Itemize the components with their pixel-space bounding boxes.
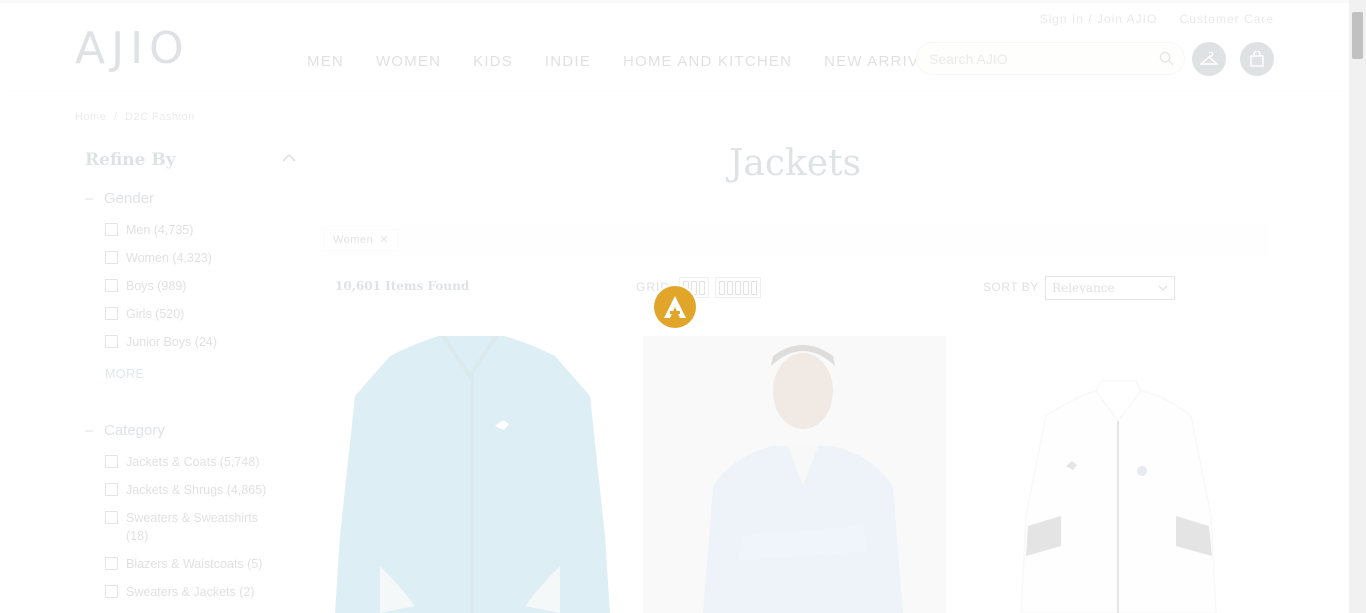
sign-in-link[interactable]: Sign In / Join AJIO (1040, 12, 1158, 26)
facet-gender[interactable]: – Gender (85, 190, 154, 207)
sort-select[interactable]: Relevance (1045, 276, 1175, 300)
breadcrumb: Home / D2C Fashion (75, 111, 199, 123)
loading-spinner (654, 286, 696, 328)
chevron-up-icon[interactable] (282, 153, 296, 163)
results-toolbar: 10,601 Items Found GRID SORT BY Relevanc… (320, 259, 1270, 314)
sort-select-value: Relevance (1052, 281, 1115, 295)
top-links: Sign In / Join AJIO Customer Care (1022, 12, 1274, 26)
breadcrumb-home[interactable]: Home (75, 111, 106, 123)
items-found-count: 10,601 Items Found (335, 279, 470, 293)
search-box (916, 42, 1185, 75)
page-title: Jackets (728, 143, 862, 184)
site-header: AJIO Sign In / Join AJIO Customer Care M… (0, 3, 1349, 90)
filter-chip-women[interactable]: Women ✕ (324, 229, 398, 251)
search-input[interactable] (917, 43, 1137, 74)
scrollbar-thumb[interactable] (1352, 12, 1363, 59)
filter-option[interactable]: Sweaters & Sweatshirts (18) (105, 509, 276, 545)
sort-by-label: SORT BY (983, 280, 1039, 294)
checkbox[interactable] (105, 557, 118, 570)
nav-men[interactable]: MEN (307, 53, 344, 70)
filter-option-label: Boys (989) (126, 279, 187, 293)
minus-icon: – (85, 422, 94, 439)
checkbox[interactable] (105, 307, 118, 320)
grid-column-icon (691, 280, 697, 295)
checkbox[interactable] (105, 251, 118, 264)
nav-women[interactable]: WOMEN (376, 53, 441, 70)
hanger-icon (1200, 52, 1218, 65)
active-filters-bar: Women ✕ (320, 225, 1270, 257)
account-button[interactable] (1192, 42, 1226, 76)
filter-option-label: Blazers & Waistcoats (5) (126, 557, 263, 571)
filter-option-label: Sweaters & Jackets (2) (126, 585, 255, 599)
vertical-scrollbar[interactable] (1349, 0, 1366, 613)
checkbox[interactable] (105, 483, 118, 496)
breadcrumb-separator: / (113, 111, 118, 123)
product-image (643, 336, 946, 613)
filter-option-label: Sweaters & Sweatshirts (18) (126, 511, 258, 543)
filter-option-label: Girls (520) (126, 307, 185, 321)
facet-category-label: Category (104, 422, 165, 439)
grid-column-icon (699, 280, 705, 295)
filter-option[interactable]: Jackets & Shrugs (4,865) (105, 481, 276, 499)
filter-option-label: Jackets & Shrugs (4,865) (126, 483, 267, 497)
filter-option-label: Junior Boys (24) (126, 335, 218, 349)
minus-icon: – (85, 190, 94, 207)
checkbox[interactable] (105, 585, 118, 598)
product-image (335, 336, 610, 613)
filter-option[interactable]: Boys (989) (105, 277, 276, 295)
filter-option[interactable]: Junior Boys (24) (105, 333, 276, 351)
filter-option[interactable]: Girls (520) (105, 305, 276, 323)
grid-column-icon (751, 280, 757, 295)
filter-option-label: Women (4,323) (126, 251, 212, 265)
grid-5-button[interactable] (715, 277, 761, 298)
search-icon[interactable] (1159, 51, 1174, 66)
filter-option[interactable]: Jackets & Coats (5,748) (105, 453, 276, 471)
ajio-a-icon (664, 296, 686, 318)
product-image (1020, 380, 1217, 613)
filter-chip-label: Women (333, 234, 374, 246)
filter-option[interactable]: Men (4,735) (105, 221, 276, 239)
grid-column-icon (719, 280, 725, 295)
bag-button[interactable] (1240, 42, 1274, 76)
breadcrumb-current[interactable]: D2C Fashion (125, 111, 195, 123)
filter-option[interactable]: Blazers & Waistcoats (5) (105, 555, 276, 573)
checkbox[interactable] (105, 279, 118, 292)
product-card[interactable] (643, 336, 946, 613)
filter-option-label: Jackets & Coats (5,748) (126, 455, 260, 469)
filter-option[interactable]: Women (4,323) (105, 249, 276, 267)
chevron-down-icon (1158, 285, 1168, 291)
nav-indie[interactable]: INDIE (545, 53, 591, 70)
facet-gender-label: Gender (104, 190, 155, 207)
nav-home-and-kitchen[interactable]: HOME AND KITCHEN (623, 53, 792, 70)
nav-kids[interactable]: KIDS (473, 53, 513, 70)
filter-option-label: Men (4,735) (126, 223, 194, 237)
close-icon[interactable]: ✕ (379, 234, 389, 246)
checkbox[interactable] (105, 455, 118, 468)
checkbox[interactable] (105, 223, 118, 236)
bag-icon (1250, 51, 1264, 67)
main-nav: MEN WOMEN KIDS INDIE HOME AND KITCHEN NE… (307, 53, 950, 70)
ajio-logo[interactable]: AJIO (75, 23, 190, 74)
product-card[interactable] (966, 336, 1269, 613)
checkbox[interactable] (105, 511, 118, 524)
customer-care-link[interactable]: Customer Care (1180, 12, 1274, 26)
grid-column-icon (735, 280, 741, 295)
filter-option[interactable]: Sweaters & Jackets (2) (105, 583, 276, 601)
refine-by-title: Refine By (85, 150, 176, 170)
checkbox[interactable] (105, 335, 118, 348)
product-card[interactable] (320, 336, 623, 613)
grid-column-icon (743, 280, 749, 295)
facet-category[interactable]: – Category (85, 422, 165, 439)
grid-column-icon (727, 280, 733, 295)
more-link[interactable]: MORE (105, 367, 145, 381)
